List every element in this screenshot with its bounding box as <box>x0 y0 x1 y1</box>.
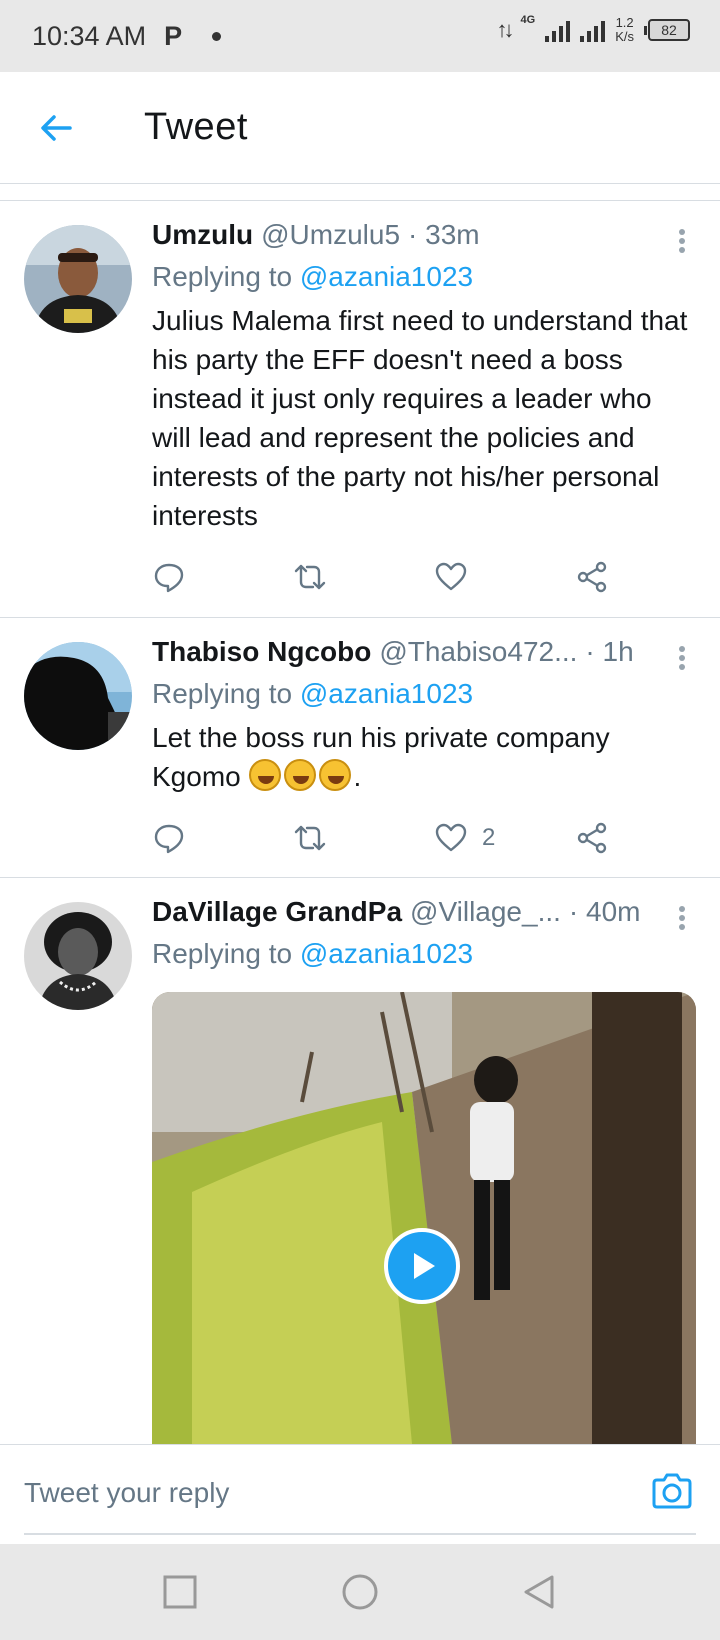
tweet[interactable]: Thabiso Ngcobo @Thabiso472... · 1h Reply… <box>0 618 720 878</box>
heart-icon <box>435 562 467 591</box>
reply-icon <box>154 563 184 593</box>
laughing-emoji-icon <box>283 759 316 791</box>
page-title: Tweet <box>144 106 248 148</box>
reply-underline <box>24 1533 696 1535</box>
tweet-header: Thabiso Ngcobo @Thabiso472... · 1h <box>152 636 696 668</box>
replying-mention-link[interactable]: @azania1023 <box>300 678 473 709</box>
tweet-text-suffix: . <box>353 761 362 792</box>
triangle-back-icon[interactable] <box>522 1574 558 1610</box>
system-nav-bar <box>0 1544 720 1640</box>
replying-mention-link[interactable]: @azania1023 <box>300 261 473 292</box>
avatar[interactable] <box>24 902 132 1010</box>
author-handle[interactable]: @Village_... <box>410 896 561 928</box>
tweet-content: Umzulu @Umzulu5 · 33m Replying to @azani… <box>152 219 696 535</box>
tweet-time: · 40m <box>568 896 641 927</box>
like-button[interactable] <box>434 557 575 597</box>
tweet-text: Julius Malema first need to understand t… <box>152 305 688 531</box>
video-thumbnail[interactable] <box>152 992 696 1444</box>
arrow-left-icon[interactable] <box>36 108 76 148</box>
retweet-button[interactable] <box>293 557 434 597</box>
video-frame <box>152 992 696 1444</box>
square-icon[interactable] <box>162 1574 198 1610</box>
reply-icon <box>154 824 184 854</box>
status-time: 10:34 AM <box>32 20 147 51</box>
like-count: 2 <box>482 824 496 851</box>
reply-bar <box>0 1444 720 1544</box>
tweet-time: · 33m <box>408 219 480 250</box>
avatar[interactable] <box>24 225 132 333</box>
reply-button[interactable] <box>152 557 293 597</box>
author-name[interactable]: DaVillage GrandPa <box>152 896 402 928</box>
author-name[interactable]: Thabiso Ngcobo <box>152 636 371 668</box>
signal-bars-icon <box>545 18 571 42</box>
tweet-actions: 2 <box>152 818 716 858</box>
laughing-emoji-icon <box>248 759 281 791</box>
tweet-header: DaVillage GrandPa @Village_... · 40m <box>152 896 696 928</box>
battery-icon: 82 <box>644 19 690 41</box>
tweet-text: Let the boss run his private company Kgo… <box>152 718 696 796</box>
replying-to: Replying to @azania1023 <box>152 678 696 710</box>
laughing-emoji-icon <box>318 759 351 791</box>
author-handle[interactable]: @Umzulu5 <box>261 219 400 251</box>
avatar[interactable] <box>24 642 132 750</box>
tweet-header: Umzulu @Umzulu5 · 33m <box>152 219 696 251</box>
network-type: 4G <box>520 14 536 26</box>
replying-mention-link[interactable]: @azania1023 <box>300 938 473 969</box>
tweet-content: Thabiso Ngcobo @Thabiso472... · 1h Reply… <box>152 636 696 796</box>
play-icon[interactable] <box>384 1228 460 1304</box>
circle-icon[interactable] <box>342 1574 378 1610</box>
status-bar: 10:34 AM P ↑↓ 4G 1.2 K/s 82 <box>0 0 720 72</box>
share-button[interactable] <box>575 557 716 597</box>
battery-level: 82 <box>648 19 690 41</box>
replying-to: Replying to @azania1023 <box>152 938 696 970</box>
camera-icon[interactable] <box>650 1471 694 1511</box>
heart-icon <box>435 823 467 852</box>
tweet-actions <box>152 557 716 597</box>
share-icon <box>577 822 607 854</box>
page-header: Tweet <box>0 72 720 184</box>
like-button[interactable]: 2 <box>434 818 575 858</box>
replying-prefix: Replying to <box>152 938 293 969</box>
replying-prefix: Replying to <box>152 678 293 709</box>
reply-input[interactable] <box>24 1469 604 1517</box>
author-name[interactable]: Umzulu <box>152 219 253 251</box>
replying-prefix: Replying to <box>152 261 293 292</box>
share-icon <box>577 561 607 593</box>
author-handle[interactable]: @Thabiso472... <box>379 636 577 668</box>
speed-unit: K/s <box>615 29 634 44</box>
tweet-content: DaVillage GrandPa @Village_... · 40m Rep… <box>152 896 696 970</box>
share-button[interactable] <box>575 818 716 858</box>
tweet-text-content: Let the boss run his private company Kgo… <box>152 722 610 792</box>
data-transfer-icon: ↑↓ <box>496 17 515 42</box>
reply-button[interactable] <box>152 818 293 858</box>
retweet-icon <box>294 825 326 851</box>
retweet-button[interactable] <box>293 818 434 858</box>
notification-dot-icon <box>212 31 222 41</box>
tweet-time: · 1h <box>585 636 634 667</box>
app-indicator-icon: P <box>164 20 183 51</box>
speed-value: 1.2 <box>615 15 634 30</box>
signal-bars-2-icon <box>580 18 606 42</box>
replying-to: Replying to @azania1023 <box>152 261 696 293</box>
network-speed: 1.2 K/s <box>615 16 634 44</box>
tweet[interactable]: Umzulu @Umzulu5 · 33m Replying to @azani… <box>0 201 720 618</box>
retweet-icon <box>294 564 326 590</box>
status-icons: ↑↓ 4G 1.2 K/s 82 <box>496 14 690 44</box>
